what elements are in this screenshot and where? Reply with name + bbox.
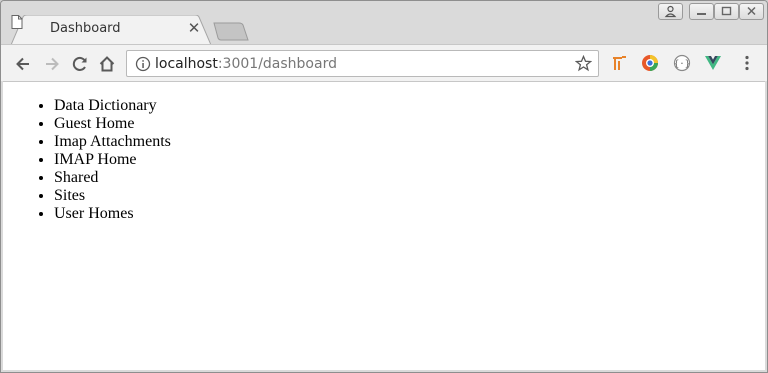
url-host: localhost bbox=[155, 56, 218, 72]
browser-window: Dashboard ✕ localhost:3001/dashboard {·}… bbox=[0, 0, 768, 373]
list-item: Guest Home bbox=[54, 115, 171, 133]
maximize-button[interactable] bbox=[714, 3, 739, 20]
maximize-icon bbox=[721, 6, 732, 16]
dashboard-list: Data Dictionary Guest Home Imap Attachme… bbox=[3, 97, 171, 223]
new-tab-button[interactable] bbox=[213, 22, 249, 42]
svg-text:{·}: {·} bbox=[674, 60, 690, 70]
extension-braces-icon[interactable]: {·} bbox=[673, 54, 691, 72]
reload-icon[interactable] bbox=[70, 54, 90, 74]
list-item: IMAP Home bbox=[54, 151, 171, 169]
tab-strip: Dashboard ✕ bbox=[1, 1, 767, 45]
page-icon bbox=[11, 15, 23, 29]
person-icon bbox=[664, 5, 677, 18]
list-item: Sites bbox=[54, 187, 171, 205]
menu-kebab-icon[interactable] bbox=[738, 54, 756, 72]
home-icon[interactable] bbox=[97, 54, 117, 74]
url-path: :3001/dashboard bbox=[217, 56, 337, 72]
bookmark-star-icon[interactable] bbox=[575, 55, 592, 72]
profile-button[interactable] bbox=[658, 3, 683, 20]
url-text: localhost:3001/dashboard bbox=[155, 56, 337, 72]
extension-color-icon[interactable] bbox=[641, 54, 659, 72]
forward-arrow-icon[interactable] bbox=[42, 54, 62, 74]
close-icon bbox=[747, 6, 756, 16]
extension-bracket-icon[interactable] bbox=[611, 54, 629, 72]
minimize-button[interactable] bbox=[689, 3, 714, 20]
toolbar: localhost:3001/dashboard {·} bbox=[1, 44, 767, 81]
list-item: Imap Attachments bbox=[54, 133, 171, 151]
minimize-icon bbox=[697, 13, 706, 15]
page-content: Data Dictionary Guest Home Imap Attachme… bbox=[3, 81, 765, 370]
info-icon[interactable] bbox=[135, 56, 151, 72]
vue-devtools-icon[interactable] bbox=[704, 54, 722, 72]
tab-dashboard[interactable]: Dashboard ✕ bbox=[11, 15, 211, 45]
list-item: Data Dictionary bbox=[54, 97, 171, 115]
close-window-button[interactable] bbox=[739, 3, 764, 20]
tab-title: Dashboard bbox=[50, 21, 121, 36]
close-tab-icon[interactable]: ✕ bbox=[186, 20, 202, 36]
back-arrow-icon[interactable] bbox=[13, 54, 33, 74]
list-item: Shared bbox=[54, 169, 171, 187]
list-item: User Homes bbox=[54, 205, 171, 223]
address-bar[interactable]: localhost:3001/dashboard bbox=[126, 50, 599, 77]
